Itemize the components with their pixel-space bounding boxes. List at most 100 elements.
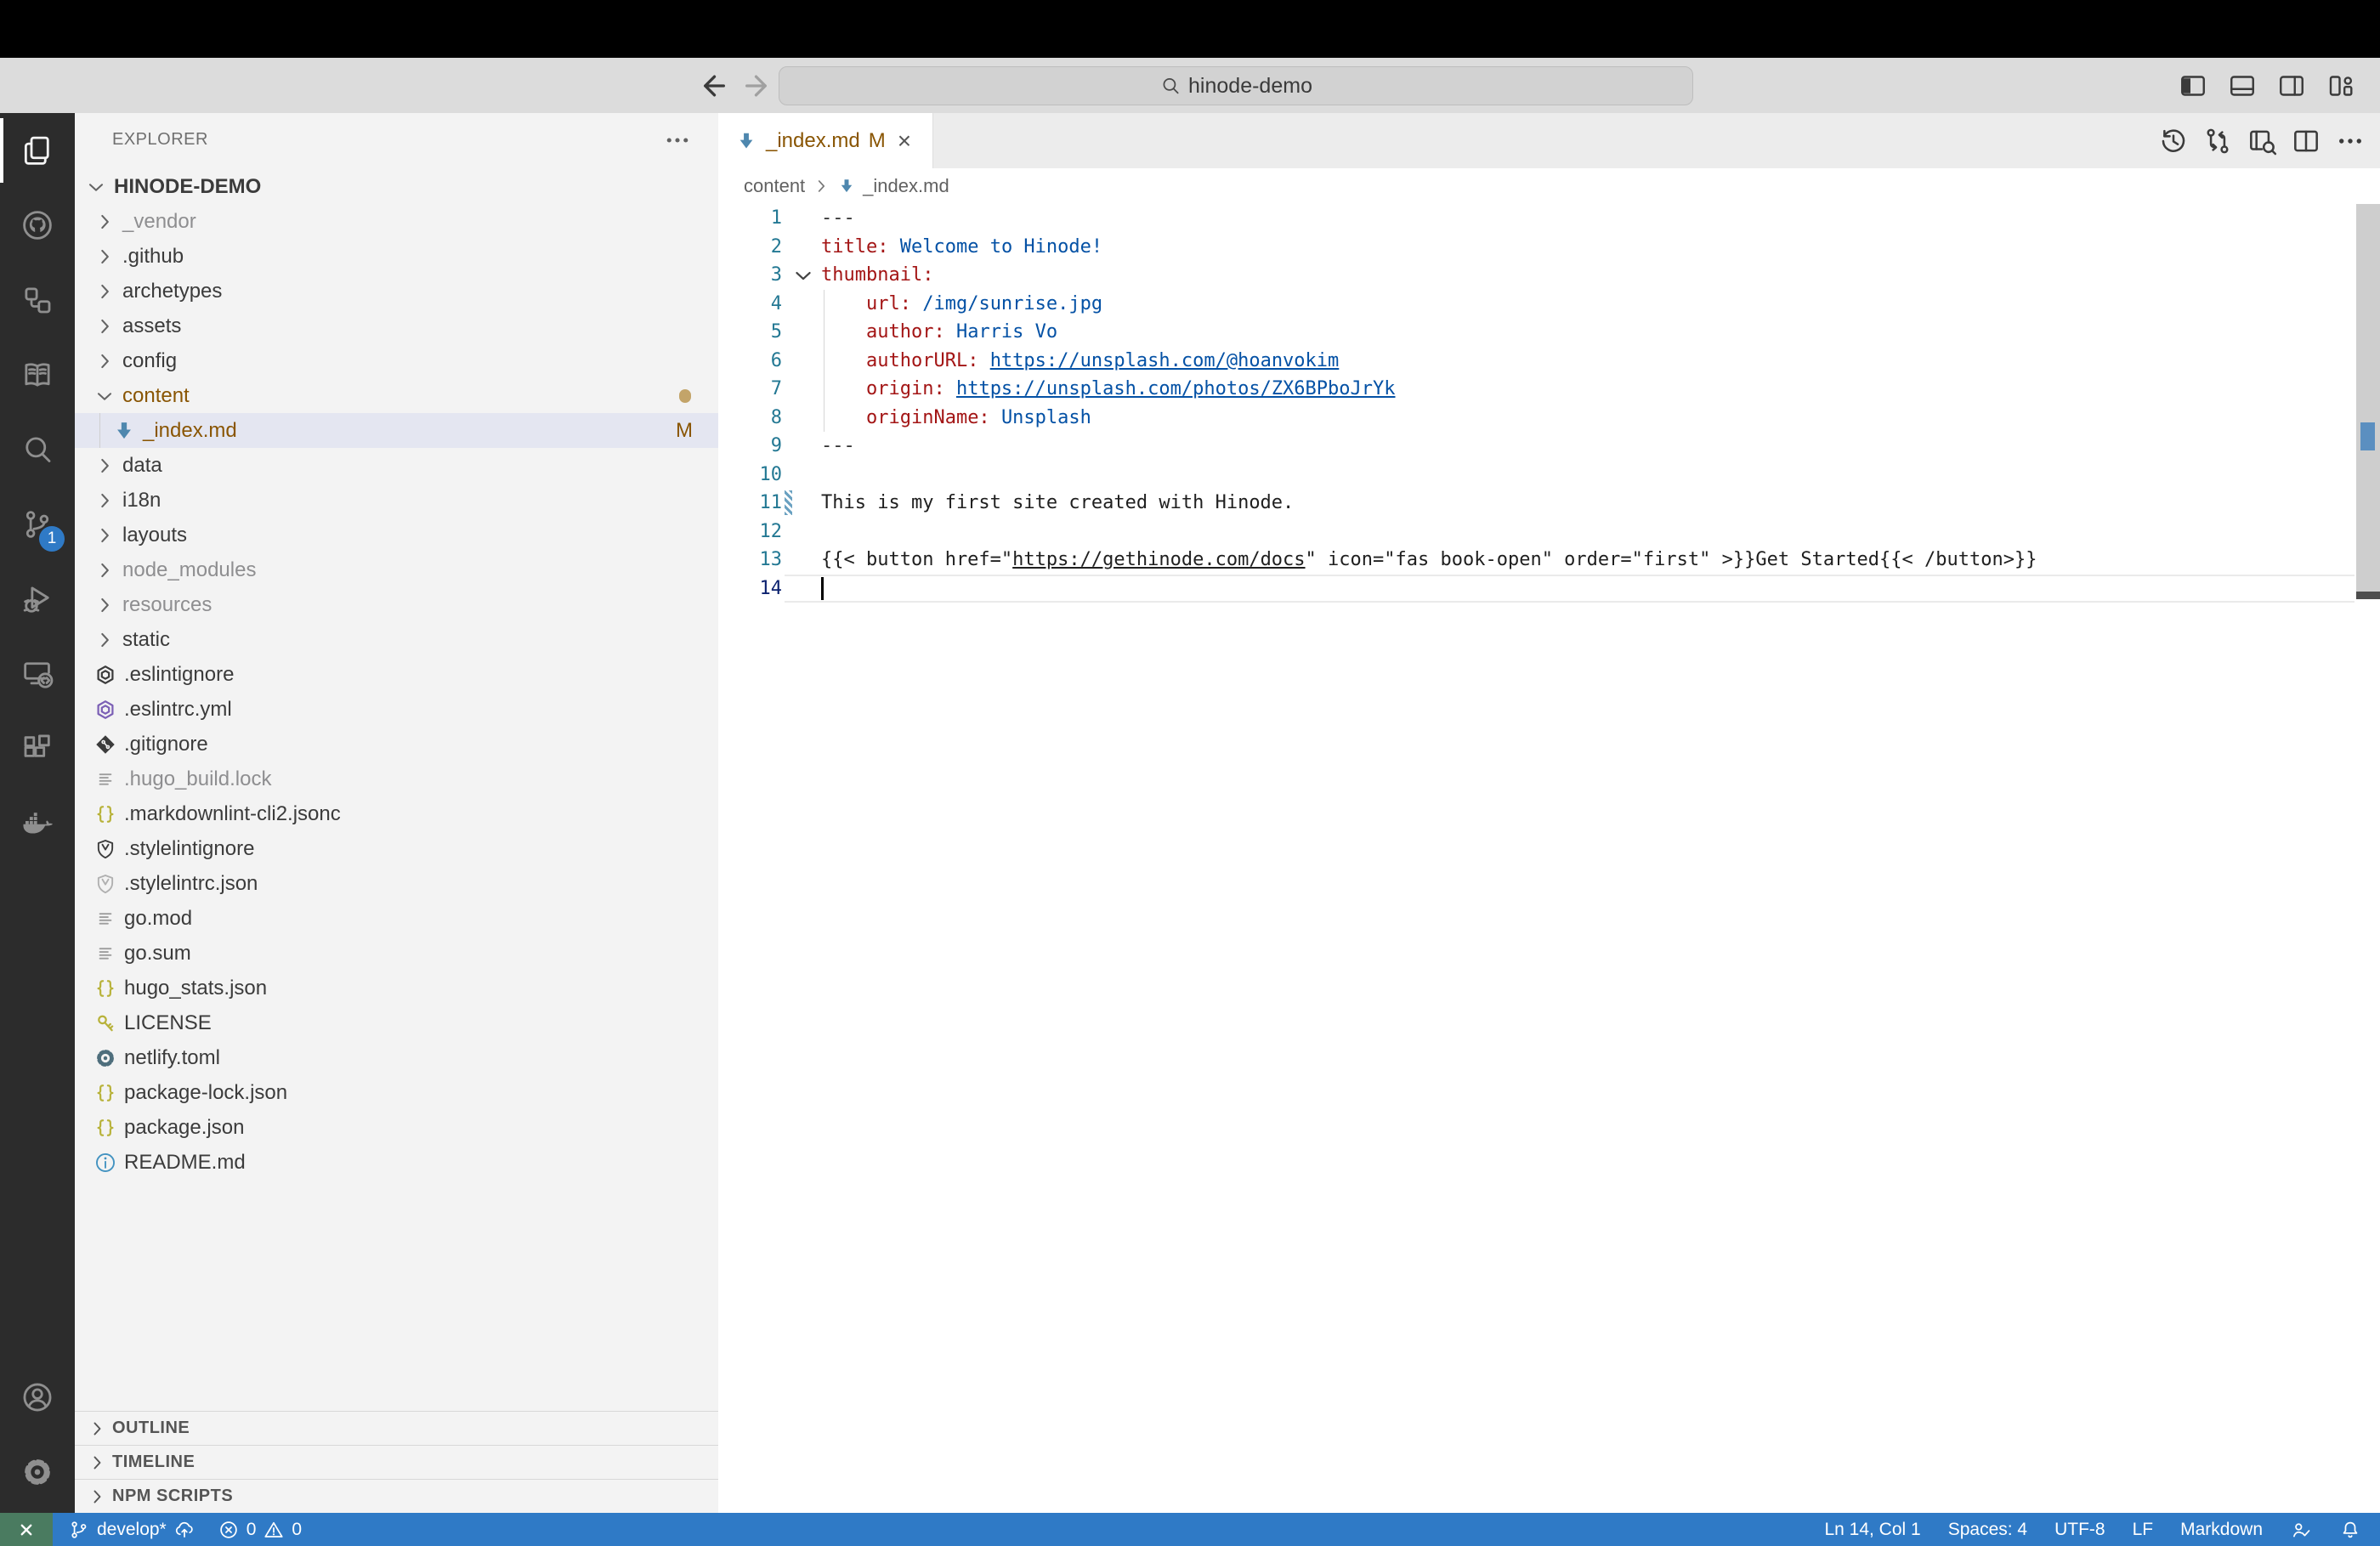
tab-close-icon[interactable]: × <box>898 127 911 155</box>
tree-item-.github[interactable]: .github <box>75 239 718 274</box>
tree-item-data[interactable]: data <box>75 448 718 483</box>
tree-item-README.md[interactable]: README.md <box>75 1145 718 1180</box>
activity-item-references[interactable] <box>0 263 75 337</box>
chevron-right-icon <box>94 594 116 616</box>
command-center-search[interactable]: hinode-demo <box>779 66 1693 105</box>
status-branch-status[interactable]: develop* <box>68 1519 196 1541</box>
breadcrumb-item-_index.md[interactable]: _index.md <box>863 175 949 197</box>
status-label: Ln 14, Col 1 <box>1824 1520 1920 1540</box>
status-eol[interactable]: LF <box>2133 1520 2154 1540</box>
tree-item-.markdownlint-cli2.jsonc[interactable]: .markdownlint-cli2.jsonc <box>75 796 718 831</box>
tree-item-node_modules[interactable]: node_modules <box>75 552 718 587</box>
code-line-5[interactable]: 5 author: Harris Vo <box>718 318 2380 347</box>
tree-item-netlify.toml[interactable]: netlify.toml <box>75 1040 718 1075</box>
status-problems-status[interactable]: 00 <box>218 1519 302 1541</box>
tree-item-resources[interactable]: resources <box>75 587 718 622</box>
toggle-panel-icon[interactable] <box>2227 71 2258 101</box>
code-line-13[interactable]: 13{{< button href="https://gethinode.com… <box>718 546 2380 575</box>
section-label: TIMELINE <box>112 1453 195 1472</box>
item-label: _index.md <box>143 419 237 443</box>
activity-item-files[interactable] <box>0 113 75 188</box>
activity-item-debug[interactable] <box>0 562 75 637</box>
split-editor-icon[interactable] <box>2290 125 2322 157</box>
section-timeline[interactable]: TIMELINE <box>75 1445 718 1479</box>
scrollbar-thumb[interactable] <box>2356 204 2380 592</box>
tree-item-i18n[interactable]: i18n <box>75 483 718 518</box>
remote-indicator[interactable] <box>0 1513 53 1546</box>
editor-scrollbar[interactable] <box>2356 204 2380 1513</box>
tree-item-.stylelintrc.json[interactable]: .stylelintrc.json <box>75 866 718 901</box>
status-encoding[interactable]: UTF-8 <box>2054 1520 2105 1540</box>
tree-item-hugo_stats.json[interactable]: hugo_stats.json <box>75 971 718 1005</box>
code-line-9[interactable]: 9--- <box>718 432 2380 461</box>
tree-item-.hugo_build.lock[interactable]: .hugo_build.lock <box>75 762 718 796</box>
code-line-14[interactable]: 14 <box>718 575 2380 603</box>
tree-item-package.json[interactable]: package.json <box>75 1110 718 1145</box>
open-changes-icon[interactable] <box>2202 125 2234 157</box>
status-indentation[interactable]: Spaces: 4 <box>1948 1520 2027 1540</box>
forward-arrow-icon[interactable] <box>741 69 775 103</box>
tree-item-package-lock.json[interactable]: package-lock.json <box>75 1075 718 1110</box>
toggle-sidebar-icon[interactable] <box>2178 71 2208 101</box>
tree-item-static[interactable]: static <box>75 622 718 657</box>
open-preview-icon[interactable] <box>2246 125 2278 157</box>
eslint-purple-icon <box>94 698 117 722</box>
tab-index-md[interactable]: _index.md M × <box>718 113 933 168</box>
tree-item-_vendor[interactable]: _vendor <box>75 204 718 239</box>
section-npm-scripts[interactable]: NPM SCRIPTS <box>75 1479 718 1513</box>
activity-item-docker[interactable] <box>0 786 75 861</box>
tree-item-.gitignore[interactable]: .gitignore <box>75 727 718 762</box>
section-outline[interactable]: OUTLINE <box>75 1411 718 1445</box>
code-editor[interactable]: 1---2title: Welcome to Hinode!3thumbnail… <box>718 204 2380 603</box>
more-actions-icon[interactable] <box>2334 125 2366 157</box>
code-line-6[interactable]: 6 authorURL: https://unsplash.com/@hoanv… <box>718 347 2380 376</box>
activity-item-account[interactable] <box>0 1360 75 1435</box>
tree-item-go.sum[interactable]: go.sum <box>75 936 718 971</box>
activity-item-remote-explorer[interactable] <box>0 637 75 711</box>
tree-item-go.mod[interactable]: go.mod <box>75 901 718 936</box>
code-line-1[interactable]: 1--- <box>718 204 2380 233</box>
code-line-7[interactable]: 7 origin: https://unsplash.com/photos/ZX… <box>718 375 2380 404</box>
status-notifications[interactable] <box>2339 1519 2361 1541</box>
code-line-8[interactable]: 8 originName: Unsplash <box>718 404 2380 433</box>
code-line-10[interactable]: 10 <box>718 461 2380 490</box>
activity-item-source-control[interactable]: 1 <box>0 487 75 562</box>
tree-root-hinode-demo[interactable]: HINODE-DEMO <box>75 169 718 204</box>
explorer-more-actions-icon[interactable] <box>662 125 693 156</box>
line-number: 10 <box>718 461 782 490</box>
activity-item-extensions[interactable] <box>0 711 75 786</box>
activity-item-book[interactable] <box>0 337 75 412</box>
code-line-11[interactable]: 11This is my first site created with Hin… <box>718 489 2380 518</box>
line-content: author: Harris Vo <box>821 318 1057 347</box>
code-line-2[interactable]: 2title: Welcome to Hinode! <box>718 233 2380 262</box>
history-icon[interactable] <box>2157 125 2190 157</box>
status-language-mode[interactable]: Markdown <box>2180 1520 2263 1540</box>
activity-item-github[interactable] <box>0 188 75 263</box>
status-cursor-position[interactable]: Ln 14, Col 1 <box>1824 1520 1920 1540</box>
back-arrow-icon[interactable] <box>695 69 729 103</box>
cursor-overview-mark <box>2356 592 2380 599</box>
tree-item-.eslintrc.yml[interactable]: .eslintrc.yml <box>75 692 718 727</box>
tree-item-_index.md[interactable]: _index.mdM <box>75 413 718 448</box>
tree-item-assets[interactable]: assets <box>75 309 718 343</box>
git-modified-dot <box>679 389 691 403</box>
status-feedback[interactable] <box>2290 1519 2312 1541</box>
tree-item-config[interactable]: config <box>75 343 718 378</box>
tree-item-.eslintignore[interactable]: .eslintignore <box>75 657 718 692</box>
tree-item-LICENSE[interactable]: LICENSE <box>75 1005 718 1040</box>
activity-item-settings-gear[interactable] <box>0 1435 75 1509</box>
braces-icon <box>94 1116 117 1140</box>
code-line-12[interactable]: 12 <box>718 518 2380 546</box>
chevron-right-icon <box>94 350 116 372</box>
tree-item-.stylelintignore[interactable]: .stylelintignore <box>75 831 718 866</box>
tree-item-archetypes[interactable]: archetypes <box>75 274 718 309</box>
activity-item-search[interactable] <box>0 412 75 487</box>
tree-item-content[interactable]: content <box>75 378 718 413</box>
breadcrumb-item-content[interactable]: content <box>744 175 805 197</box>
item-label: .eslintrc.yml <box>124 698 232 722</box>
tree-item-layouts[interactable]: layouts <box>75 518 718 552</box>
customize-layout-icon[interactable] <box>2326 71 2356 101</box>
code-line-4[interactable]: 4 url: /img/sunrise.jpg <box>718 290 2380 319</box>
code-line-3[interactable]: 3thumbnail: <box>718 261 2380 290</box>
toggle-secondary-sidebar-icon[interactable] <box>2276 71 2307 101</box>
